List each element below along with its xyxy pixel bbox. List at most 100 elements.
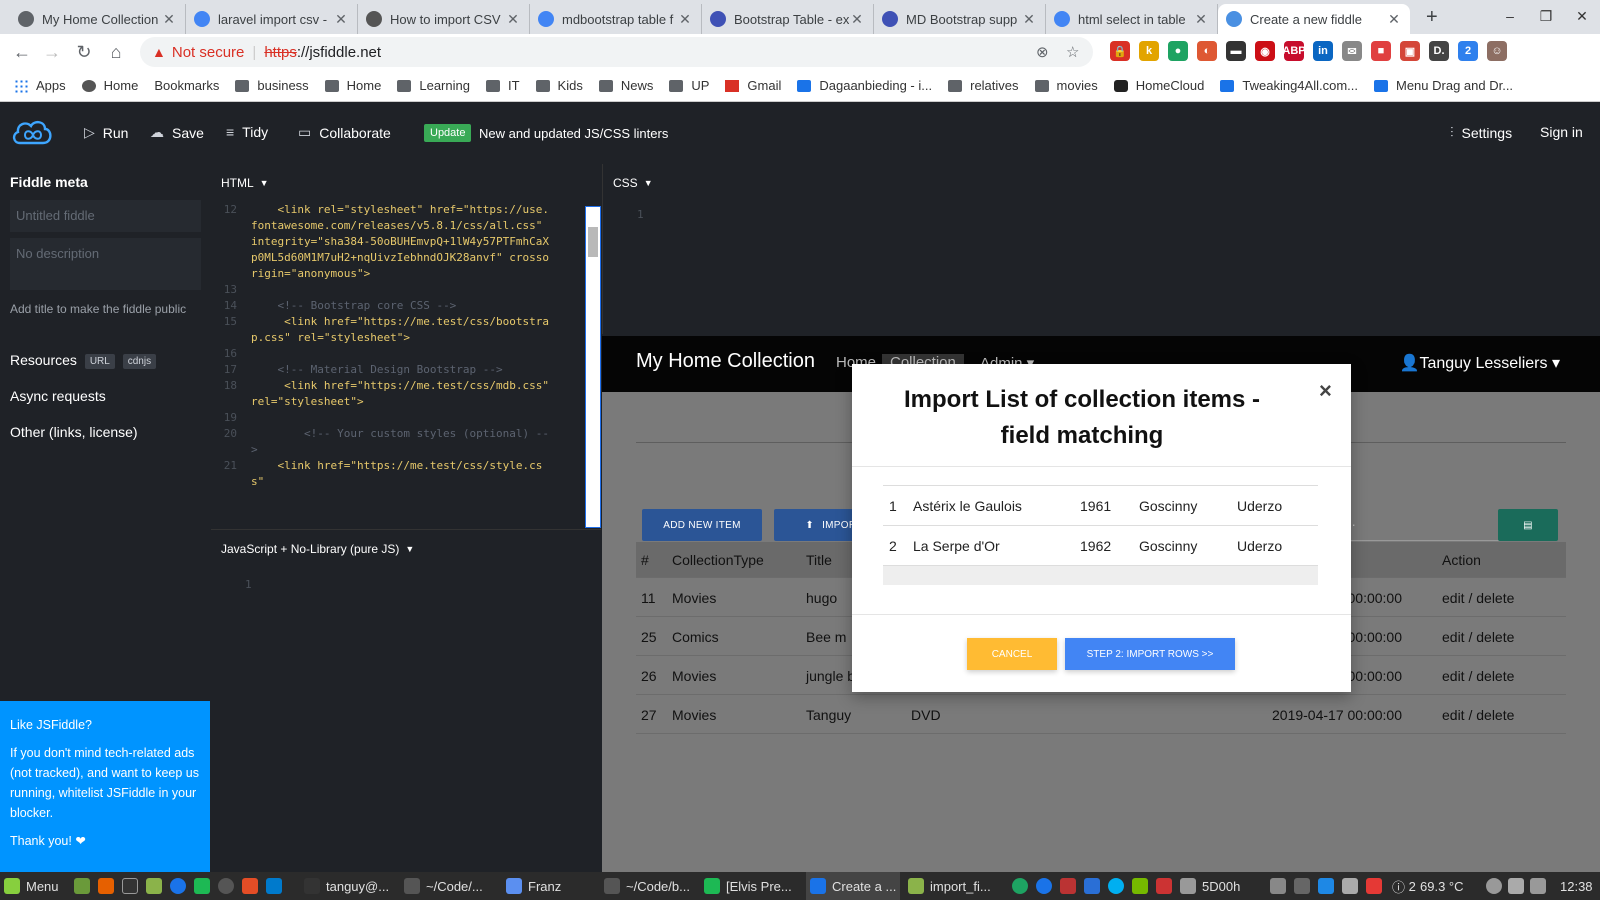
download-arrow-icon[interactable] <box>1342 878 1358 894</box>
browser-tab[interactable]: My Home Collection ✕ <box>10 4 186 34</box>
extension-icon[interactable]: ▬ <box>1226 41 1246 61</box>
sign-in-link[interactable]: Sign in <box>1540 124 1583 140</box>
close-tab-icon[interactable]: ✕ <box>161 11 177 28</box>
volume-icon[interactable] <box>1530 878 1546 894</box>
row-action-link[interactable]: edit / delete <box>1442 707 1514 723</box>
extension-icon[interactable]: in <box>1313 41 1333 61</box>
translate-icon[interactable]: ⊗ <box>1036 43 1049 61</box>
user-icon[interactable] <box>1486 878 1502 894</box>
bookmark-item[interactable]: Learning <box>397 78 470 93</box>
fiddle-description-input[interactable]: No description <box>10 238 201 290</box>
close-tab-icon[interactable]: ✕ <box>505 11 521 28</box>
extension-icon[interactable]: ◐ <box>1197 41 1217 61</box>
bookmark-item[interactable]: Home <box>81 78 138 93</box>
taskbar-window-button[interactable]: Create a ... <box>806 872 901 900</box>
bookmark-item[interactable]: Kids <box>535 78 583 93</box>
taskbar-window-button[interactable]: ~/Code/... <box>404 872 483 900</box>
files-icon[interactable] <box>146 878 162 894</box>
cdnjs-pill[interactable]: cdnjs <box>122 353 157 369</box>
app-brand[interactable]: My Home Collection <box>636 350 815 373</box>
extension-icon[interactable]: 2 <box>1458 41 1478 61</box>
bookmark-item[interactable]: movies <box>1034 78 1098 93</box>
bookmark-star-icon[interactable]: ☆ <box>1066 43 1079 61</box>
tray-shield-icon[interactable] <box>1060 878 1076 894</box>
extension-icon[interactable]: ☺ <box>1487 41 1507 61</box>
close-tab-icon[interactable]: ✕ <box>1021 11 1037 28</box>
settings-button[interactable]: ⫶ Settings <box>1450 124 1512 141</box>
nvidia-icon[interactable] <box>1132 878 1148 894</box>
taskbar-window-button[interactable]: ~/Code/b... <box>604 872 690 900</box>
close-tab-icon[interactable]: ✕ <box>1193 11 1209 28</box>
show-desktop-icon[interactable] <box>74 878 90 894</box>
save-button[interactable]: ☁ Save <box>150 124 204 141</box>
bookmark-item[interactable]: IT <box>485 78 520 93</box>
search-button[interactable]: ▤ <box>1498 509 1558 541</box>
bookmark-item[interactable]: Gmail <box>725 78 781 93</box>
extension-icon[interactable]: ABP <box>1282 41 1306 61</box>
bookmark-item[interactable]: HomeCloud <box>1113 78 1204 93</box>
bookmark-item[interactable]: Home <box>324 78 381 93</box>
extension-icon[interactable]: k <box>1139 41 1159 61</box>
taskbar-window-button[interactable]: tanguy@... <box>304 872 389 900</box>
bookmark-item[interactable]: News <box>598 78 653 93</box>
extension-icon[interactable]: ● <box>1168 41 1188 61</box>
html-code-editor[interactable]: 12 <link rel="stylesheet" href="https://… <box>211 202 584 528</box>
browser-tab[interactable]: How to import CSV i ✕ <box>358 4 530 34</box>
bookmark-item[interactable]: Menu Drag and Dr... <box>1373 78 1513 93</box>
user-menu[interactable]: 👤Tanguy Lesseliers ▾ <box>1400 353 1560 373</box>
close-tab-icon[interactable]: ✕ <box>333 11 349 28</box>
close-tab-icon[interactable]: ✕ <box>1386 11 1402 28</box>
pen-icon[interactable] <box>1508 878 1524 894</box>
bookmark-item[interactable]: Dagaanbieding - i... <box>797 78 932 93</box>
extension-icon[interactable]: D. <box>1429 41 1449 61</box>
browser-tab[interactable]: Bootstrap Table - ex ✕ <box>702 4 874 34</box>
update-text[interactable]: New and updated JS/CSS linters <box>479 126 668 141</box>
taskbar-window-button[interactable]: import_fi... <box>908 872 991 900</box>
clock[interactable]: 12:38 <box>1560 872 1593 900</box>
app-icon[interactable] <box>218 878 234 894</box>
fiddle-title-input[interactable]: Untitled fiddle <box>10 200 201 232</box>
sublime-icon[interactable] <box>242 878 258 894</box>
skype-icon[interactable] <box>1108 878 1124 894</box>
printer-icon[interactable] <box>1294 878 1310 894</box>
update-icon[interactable] <box>1366 878 1382 894</box>
extension-icon[interactable]: ✉ <box>1342 41 1362 61</box>
browser-tab[interactable]: MD Bootstrap supp ✕ <box>874 4 1046 34</box>
close-tab-icon[interactable]: ✕ <box>677 11 693 28</box>
camera-icon[interactable] <box>1180 878 1196 894</box>
import-rows-button[interactable]: STEP 2: IMPORT ROWS >> <box>1065 638 1235 670</box>
run-button[interactable]: ▷ Run <box>84 124 128 141</box>
start-menu-button[interactable]: Menu <box>4 872 59 900</box>
collaborate-button[interactable]: ▭ Collaborate <box>298 124 391 141</box>
bookmark-item[interactable]: Apps <box>14 78 66 93</box>
url-pill[interactable]: URL <box>84 353 115 369</box>
bluetooth-icon[interactable] <box>1084 878 1100 894</box>
row-action-link[interactable]: edit / delete <box>1442 668 1514 684</box>
upload-arrow-icon[interactable] <box>1270 878 1286 894</box>
spotify-icon[interactable] <box>194 878 210 894</box>
add-new-item-button[interactable]: ADD NEW ITEM <box>642 509 762 541</box>
row-action-link[interactable]: edit / delete <box>1442 629 1514 645</box>
browser-tab[interactable]: mdbootstrap table f ✕ <box>530 4 702 34</box>
back-icon[interactable]: ← <box>10 40 34 64</box>
browser-tab[interactable]: laravel import csv - ✕ <box>186 4 358 34</box>
minimize-button[interactable]: – <box>1492 0 1528 34</box>
extension-icon[interactable]: ▣ <box>1400 41 1420 61</box>
chrome-icon[interactable] <box>170 878 186 894</box>
tidy-button[interactable]: ≡ Tidy <box>226 124 268 140</box>
tray-app-icon[interactable] <box>1012 878 1028 894</box>
new-tab-button[interactable]: + <box>1426 6 1438 29</box>
extension-icon[interactable]: ■ <box>1371 41 1391 61</box>
resources-link[interactable]: Resources URL cdnjs <box>10 352 157 369</box>
bookmark-item[interactable]: business <box>235 78 309 93</box>
maximize-button[interactable]: ❐ <box>1528 0 1564 34</box>
extension-icon[interactable]: 🔒 <box>1110 41 1130 61</box>
security-label[interactable]: Not secure <box>172 44 245 61</box>
search-input[interactable]: ... <box>1336 505 1506 541</box>
html-panel-header[interactable]: HTML ▼ <box>221 176 269 190</box>
editor-scrollbar[interactable] <box>585 206 601 528</box>
reload-icon[interactable]: ↻ <box>72 40 96 64</box>
close-tab-icon[interactable]: ✕ <box>849 11 865 28</box>
home-icon[interactable]: ⌂ <box>104 40 128 64</box>
omnibox[interactable]: ▲ Not secure | https ://jsfiddle.net ⊗ ☆ <box>140 37 1093 67</box>
